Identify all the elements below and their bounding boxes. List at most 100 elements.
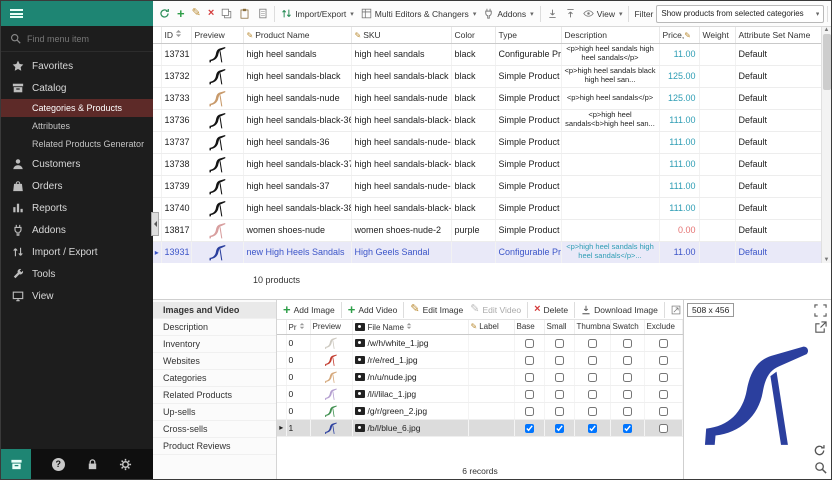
detail-tab[interactable]: Categories xyxy=(153,370,276,387)
column-header-color[interactable]: Color xyxy=(451,27,495,43)
menu-search-input[interactable] xyxy=(27,34,135,44)
product-row[interactable]: 13733 high heel sandals-nude high heel s… xyxy=(153,87,821,109)
column-header-priority[interactable]: Pr xyxy=(286,320,310,334)
set-resize-rule-button[interactable]: Set Resize Rule▾ xyxy=(668,304,683,316)
small-checkbox[interactable] xyxy=(555,390,564,399)
small-checkbox[interactable] xyxy=(555,407,564,416)
detail-tab[interactable]: Websites xyxy=(153,353,276,370)
product-row[interactable]: 13738 high heel sandals-black-37 high he… xyxy=(153,153,821,175)
swatch-checkbox[interactable] xyxy=(623,390,632,399)
product-row[interactable]: 13736 high heel sandals-black-36 high he… xyxy=(153,109,821,131)
base-checkbox[interactable] xyxy=(525,339,534,348)
product-row[interactable]: 13817 women shoes-nude women shoes-nude-… xyxy=(153,219,821,241)
media-row[interactable]: 0 /r/e/red_1.jpg xyxy=(277,351,683,368)
small-checkbox[interactable] xyxy=(555,356,564,365)
row-expander[interactable]: ▸ xyxy=(155,248,159,257)
delete-image-button[interactable]: ×Delete xyxy=(531,303,571,316)
swatch-checkbox[interactable] xyxy=(623,424,632,433)
sidebar-item-import-export[interactable]: Import / Export xyxy=(1,241,153,263)
small-checkbox[interactable] xyxy=(555,373,564,382)
column-header-preview[interactable]: Preview xyxy=(191,27,243,43)
column-header-id[interactable]: ID xyxy=(161,27,191,43)
edit-video-button[interactable]: ✎Edit Video xyxy=(467,303,524,316)
base-checkbox[interactable] xyxy=(525,390,534,399)
scroll-up-arrow[interactable]: ▲ xyxy=(824,27,830,33)
addons-menu[interactable]: Addons▾ xyxy=(480,6,536,21)
detail-tab[interactable]: Related Products xyxy=(153,387,276,404)
product-row[interactable]: ▸ 13931 new High Heels Sandals High Geel… xyxy=(153,241,821,263)
product-row[interactable]: 13732 high heel sandals-black high heel … xyxy=(153,65,821,87)
media-row[interactable]: ▸ 1 /b/l/blue_6.jpg xyxy=(277,419,683,436)
exclude-checkbox[interactable] xyxy=(659,407,668,416)
sidebar-item-catalog[interactable]: Catalog xyxy=(1,77,153,99)
detail-tab[interactable]: Up-sells xyxy=(153,404,276,421)
column-header-attribute-set[interactable]: Attribute Set Name xyxy=(735,27,821,43)
product-row[interactable]: 13737 high heel sandals-36 high heel san… xyxy=(153,131,821,153)
multi-editors-menu[interactable]: Multi Editors & Changers▾ xyxy=(358,6,480,21)
add-product-button[interactable]: + xyxy=(174,5,188,22)
media-row[interactable]: 0 /g/r/green_2.jpg xyxy=(277,402,683,419)
media-row[interactable]: 0 /n/u/nude.jpg xyxy=(277,368,683,385)
product-row[interactable]: 13739 high heel sandals-37 high heel san… xyxy=(153,175,821,197)
sidebar-item-reports[interactable]: Reports xyxy=(1,197,153,219)
sidebar-item-orders[interactable]: Orders xyxy=(1,175,153,197)
expand-rows-button[interactable] xyxy=(544,6,561,21)
lock-icon[interactable] xyxy=(86,458,99,471)
sidebar-item-tools[interactable]: Tools xyxy=(1,263,153,285)
swatch-checkbox[interactable] xyxy=(623,339,632,348)
base-checkbox[interactable] xyxy=(525,356,534,365)
column-header-preview[interactable]: Preview xyxy=(310,320,352,334)
edit-product-button[interactable]: ✎ xyxy=(189,6,204,21)
import-export-menu[interactable]: Import/Export▾ xyxy=(278,6,357,21)
refresh-button[interactable] xyxy=(156,6,173,21)
detail-tab[interactable]: Images and Video xyxy=(153,302,276,319)
scrollbar-thumb[interactable] xyxy=(823,34,831,90)
small-checkbox[interactable] xyxy=(555,424,564,433)
paste-button[interactable] xyxy=(236,6,253,21)
sidebar-item-related-products-generator[interactable]: Related Products Generator xyxy=(1,135,153,153)
column-header-weight[interactable]: Weight xyxy=(699,27,735,43)
product-row[interactable]: 13740 high heel sandals-black-38 high he… xyxy=(153,197,821,219)
sidebar-collapse-handle[interactable] xyxy=(151,212,159,236)
swatch-checkbox[interactable] xyxy=(623,356,632,365)
exclude-checkbox[interactable] xyxy=(659,339,668,348)
collapse-rows-button[interactable] xyxy=(562,6,579,21)
scroll-down-arrow[interactable]: ▼ xyxy=(824,257,830,263)
column-header-product-name[interactable]: ✎Product Name xyxy=(243,27,351,43)
open-external-icon[interactable] xyxy=(814,321,827,334)
media-row[interactable]: 0 /w/h/white_1.jpg xyxy=(277,334,683,351)
column-header-label[interactable]: ✎Label xyxy=(468,320,514,334)
detail-tab[interactable]: Product Reviews xyxy=(153,438,276,455)
help-icon[interactable]: ? xyxy=(52,458,65,471)
exclude-checkbox[interactable] xyxy=(659,356,668,365)
column-header-file-name[interactable]: File Name xyxy=(352,320,468,334)
column-header-base[interactable]: Base xyxy=(514,320,544,334)
column-header-thumbnail[interactable]: Thumbna xyxy=(574,320,610,334)
view-menu[interactable]: View▾ xyxy=(580,6,626,21)
store-logo-icon[interactable] xyxy=(1,449,31,479)
exclude-checkbox[interactable] xyxy=(659,390,668,399)
column-header-small[interactable]: Small xyxy=(544,320,574,334)
gear-icon[interactable] xyxy=(119,458,132,471)
column-header-swatch[interactable]: Swatch xyxy=(610,320,644,334)
column-header-exclude[interactable]: Exclude xyxy=(644,320,683,334)
hamburger-menu-icon[interactable] xyxy=(10,9,23,18)
category-filter-select[interactable]: Show products from selected categories ▾ xyxy=(656,5,824,23)
detail-tab[interactable]: Inventory xyxy=(153,336,276,353)
exclude-checkbox[interactable] xyxy=(659,373,668,382)
column-header-sku[interactable]: ✎SKU xyxy=(351,27,451,43)
thumbnail-checkbox[interactable] xyxy=(588,390,597,399)
thumbnail-checkbox[interactable] xyxy=(588,424,597,433)
zoom-icon[interactable] xyxy=(814,461,827,474)
column-header-price[interactable]: Price,✎ xyxy=(659,27,699,43)
thumbnail-checkbox[interactable] xyxy=(588,356,597,365)
duplicate-button[interactable] xyxy=(254,6,271,21)
thumbnail-checkbox[interactable] xyxy=(588,339,597,348)
exclude-checkbox[interactable] xyxy=(659,424,668,433)
thumbnail-checkbox[interactable] xyxy=(588,373,597,382)
sidebar-item-favorites[interactable]: Favorites xyxy=(1,55,153,77)
add-video-button[interactable]: +Add Video xyxy=(345,302,401,317)
base-checkbox[interactable] xyxy=(525,407,534,416)
sidebar-item-view[interactable]: View xyxy=(1,285,153,307)
delete-product-button[interactable]: × xyxy=(205,6,217,21)
